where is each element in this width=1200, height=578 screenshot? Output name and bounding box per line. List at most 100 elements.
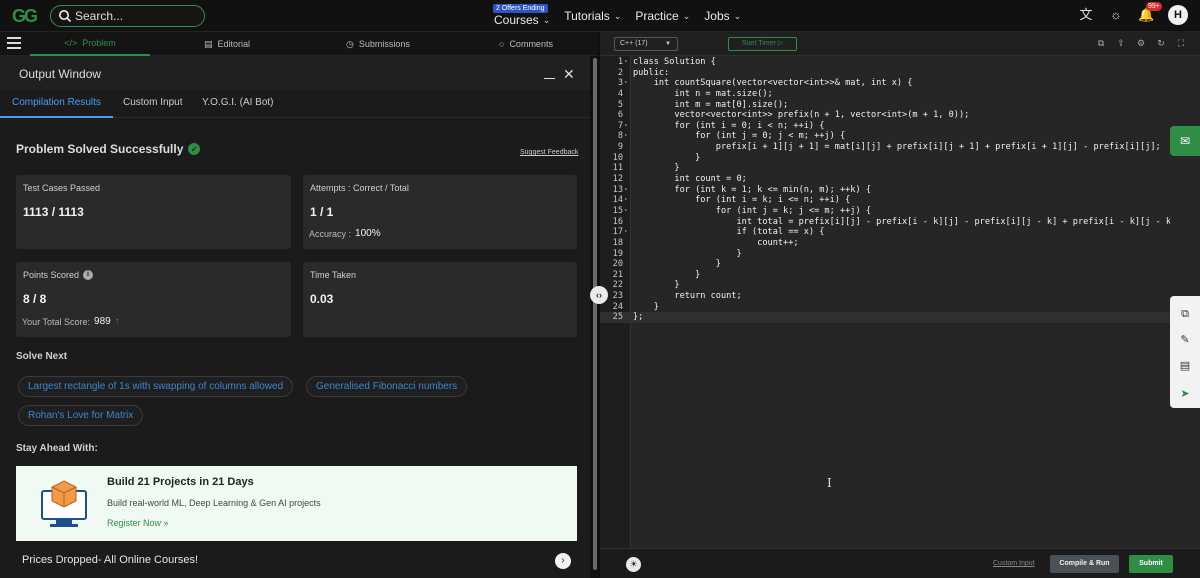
- search-box[interactable]: [50, 5, 205, 27]
- logo[interactable]: GG: [12, 5, 46, 27]
- start-timer-label: Start Timer: [741, 40, 776, 47]
- code-line[interactable]: 7 ▾ for (int i = 0; i < n; ++i) {: [600, 121, 1170, 132]
- code-line[interactable]: 2 public:: [600, 68, 1170, 79]
- fullscreen-icon[interactable]: ⛶: [1176, 37, 1186, 49]
- code-line[interactable]: 3 ▾ int countSquare(vector<vector<int>>& …: [600, 78, 1170, 89]
- solve-next-item[interactable]: Largest rectangle of 1s with swapping of…: [18, 376, 294, 397]
- rocket-icon[interactable]: ➤: [1177, 386, 1193, 402]
- nav-practice[interactable]: Practice ⌄: [635, 9, 690, 23]
- code-line-text: vector<vector<int>> prefix(n + 1, vector…: [633, 110, 970, 121]
- code-line[interactable]: 4 int n = mat.size();: [600, 89, 1170, 100]
- start-timer-button[interactable]: Start Timer ▷: [728, 37, 797, 51]
- code-line[interactable]: 23 return count;: [600, 291, 1170, 302]
- code-line[interactable]: 9 prefix[i + 1][j + 1] = mat[i][j] + pre…: [600, 142, 1170, 153]
- solve-next-item[interactable]: Rohan's Love for Matrix: [18, 405, 144, 426]
- editor-footer: ☀ Custom Input Compile & Run Submit: [600, 548, 1200, 578]
- code-line[interactable]: 24 }: [600, 302, 1170, 313]
- chat-icon[interactable]: ✉: [1170, 126, 1200, 156]
- nav-tutorials[interactable]: Tutorials ⌄: [564, 9, 621, 23]
- code-line[interactable]: 18 count++;: [600, 238, 1170, 249]
- bell-icon[interactable]: 🔔 99+: [1138, 2, 1162, 23]
- code-editor[interactable]: 1 ▾ class Solution {2 public: 3 ▾ int countSq…: [600, 57, 1170, 547]
- fold-arrow-icon[interactable]: ▾: [624, 131, 628, 142]
- theme-toggle-icon[interactable]: ☼: [1108, 7, 1124, 23]
- info-icon[interactable]: i: [83, 270, 94, 280]
- tab-yogi-ai-bot[interactable]: Y.O.G.I. (AI Bot): [190, 90, 286, 118]
- code-line[interactable]: 25};: [600, 312, 1170, 324]
- tab-submissions[interactable]: ◷ Submissions: [346, 32, 410, 56]
- tab-submissions-label: Submissions: [358, 39, 410, 49]
- code-line[interactable]: 21 }: [600, 270, 1170, 281]
- code-line[interactable]: 8 ▾ for (int j = 0; j < m; ++j) {: [600, 131, 1170, 142]
- code-line[interactable]: 6 vector<vector<int>> prefix(n + 1, vect…: [600, 110, 1170, 121]
- code-line-text: }: [633, 280, 680, 291]
- resize-handle-icon[interactable]: ‹›: [590, 286, 608, 304]
- tab-editorial[interactable]: ▤ Editorial: [204, 32, 250, 56]
- code-line[interactable]: 22 }: [600, 280, 1170, 291]
- fold-arrow-icon[interactable]: ▾: [624, 121, 628, 132]
- code-line-text: }: [633, 152, 701, 163]
- nav-jobs[interactable]: Jobs ⌄: [704, 9, 741, 23]
- language-select[interactable]: C++ (17) ▼: [614, 37, 678, 51]
- code-line[interactable]: 20 }: [600, 259, 1170, 270]
- nav-courses[interactable]: 2 Offers Ending Courses ⌄: [493, 4, 550, 27]
- reset-icon[interactable]: ↻: [1156, 37, 1166, 49]
- register-now-link[interactable]: Register Now »: [107, 518, 169, 528]
- avatar[interactable]: H: [1168, 5, 1188, 25]
- solve-next-item[interactable]: Generalised Fibonacci numbers: [306, 376, 468, 397]
- menu-icon[interactable]: [7, 37, 21, 50]
- code-line[interactable]: 10 }: [600, 153, 1170, 164]
- translate-icon[interactable]: 文: [1078, 7, 1094, 23]
- code-line[interactable]: 5 int m = mat[0].size();: [600, 100, 1170, 111]
- line-number: 25: [612, 312, 623, 323]
- compile-run-button[interactable]: Compile & Run: [1050, 555, 1119, 573]
- points-label-row: Points Scored i: [23, 270, 94, 280]
- fold-arrow-icon[interactable]: ▾: [624, 206, 628, 217]
- custom-input-link[interactable]: Custom Input: [993, 560, 1035, 567]
- submit-button[interactable]: Submit: [1129, 555, 1173, 573]
- search-input[interactable]: [75, 8, 195, 24]
- fold-arrow-icon[interactable]: ▾: [624, 57, 628, 68]
- promo-banner[interactable]: Build 21 Projects in 21 Days Build real-…: [16, 466, 577, 541]
- edit-icon[interactable]: ✎: [1177, 332, 1193, 348]
- settings-icon[interactable]: ⚙: [1136, 37, 1146, 49]
- chevron-right-icon[interactable]: ›: [555, 553, 571, 569]
- top-navbar: GG 2 Offers Ending Courses ⌄ Tutorials ⌄…: [0, 0, 1200, 32]
- tab-problem[interactable]: </> Problem: [30, 32, 150, 56]
- code-icon: </>: [64, 38, 78, 48]
- tab-comments[interactable]: ○ Comments: [499, 32, 553, 56]
- code-line[interactable]: 12 int count = 0;: [600, 174, 1170, 185]
- code-line[interactable]: 14 ▾ for (int i = k; i <= n; ++i) {: [600, 195, 1170, 206]
- calendar-icon[interactable]: ▤: [1177, 358, 1193, 374]
- tab-custom-input[interactable]: Custom Input: [111, 90, 194, 118]
- line-number: 24: [612, 301, 623, 312]
- scrollbar-thumb[interactable]: [593, 58, 597, 570]
- suggest-feedback-link[interactable]: Suggest Feedback: [520, 149, 578, 156]
- copy-icon[interactable]: ⧉: [1096, 37, 1106, 49]
- upload-icon[interactable]: ⇪: [1116, 37, 1126, 49]
- fold-arrow-icon[interactable]: ▾: [624, 185, 628, 196]
- code-line[interactable]: 15 ▾ for (int j = k; j <= m; ++j) {: [600, 206, 1170, 217]
- fold-arrow-icon[interactable]: ▾: [624, 195, 628, 206]
- code-line-text: }: [633, 269, 701, 280]
- copy-icon[interactable]: ⧉: [1177, 306, 1193, 322]
- code-line[interactable]: 16 int total = prefix[i][j] - prefix[i -…: [600, 217, 1170, 228]
- solve-next-title: Solve Next: [16, 351, 68, 362]
- lightbulb-icon[interactable]: ☀: [626, 557, 641, 572]
- fold-arrow-icon[interactable]: ▾: [624, 227, 628, 238]
- minimize-icon[interactable]: [544, 78, 555, 79]
- code-line[interactable]: 17 ▾ if (total == x) {: [600, 227, 1170, 238]
- line-number: 6: [617, 110, 623, 121]
- code-line[interactable]: 19 }: [600, 249, 1170, 260]
- tab-compilation-results[interactable]: Compilation Results: [0, 90, 113, 118]
- code-line-text: for (int k = 1; k <= min(n, m); ++k) {: [633, 184, 871, 195]
- fold-arrow-icon[interactable]: ▾: [624, 78, 628, 89]
- close-icon[interactable]: ✕: [563, 67, 575, 81]
- output-scrollbar[interactable]: [592, 56, 598, 578]
- code-line[interactable]: 11 }: [600, 163, 1170, 174]
- line-number: 20: [612, 259, 623, 270]
- code-line-text: prefix[i + 1][j + 1] = mat[i][j] + prefi…: [633, 142, 1161, 153]
- code-line[interactable]: 13 ▾ for (int k = 1; k <= min(n, m); ++k)…: [600, 185, 1170, 196]
- code-line[interactable]: 1 ▾ class Solution {: [600, 57, 1170, 68]
- line-number: 18: [612, 237, 623, 248]
